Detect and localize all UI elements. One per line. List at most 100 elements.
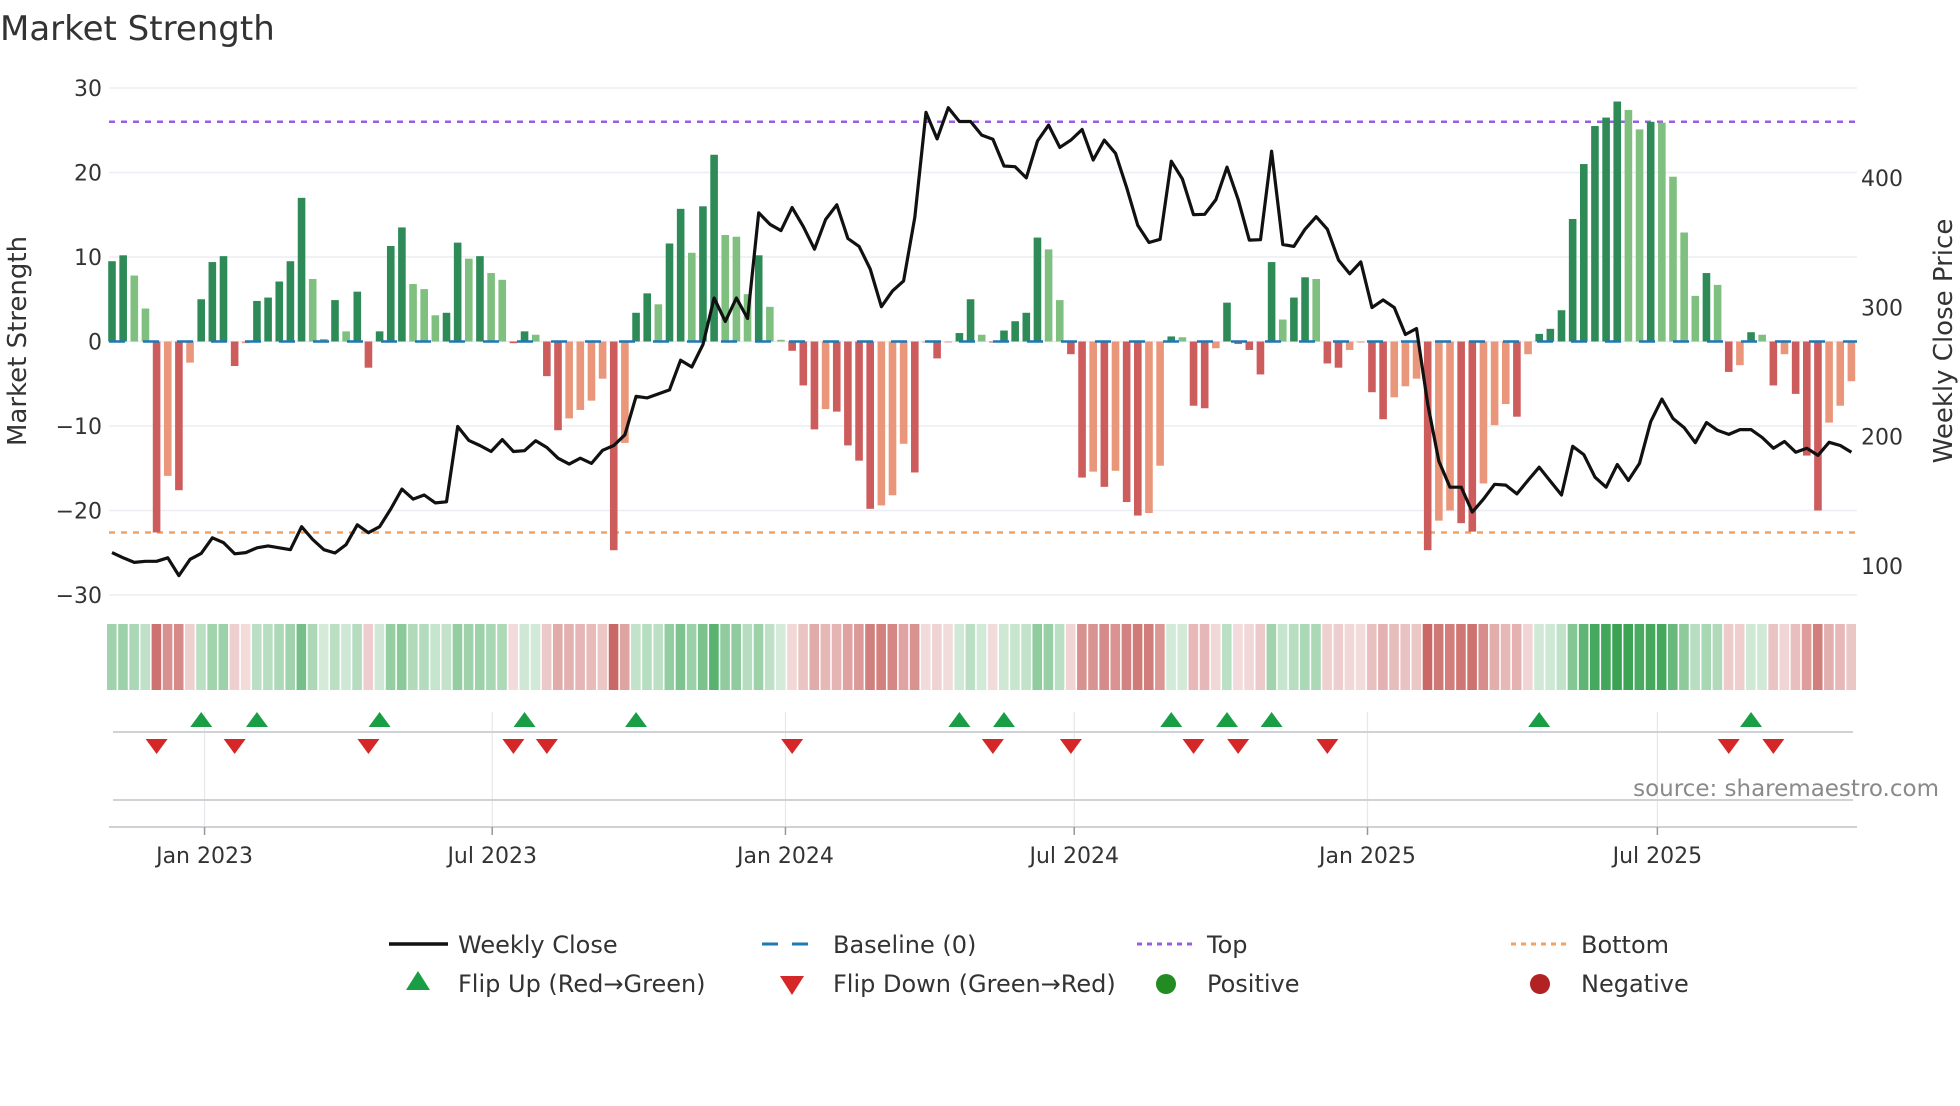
strength-bar [1044,249,1053,342]
strip-cell [1166,624,1176,690]
strip-cell [664,624,675,690]
strip-cell [909,624,920,690]
strip-cell [854,624,864,690]
strength-bar [933,341,941,359]
strip-cell [987,624,998,690]
strength-bar [119,255,127,342]
strength-bar [676,208,685,342]
strip-cell [263,624,273,690]
strip-cell [430,624,440,690]
strength-bar [1089,341,1097,472]
strip-cell [1043,624,1054,690]
strip-cell [831,624,842,690]
source-note: source: sharemaestro.com [1633,776,1939,802]
strength-bar [1122,341,1131,503]
strip-cell [1010,624,1020,690]
strip-cell [764,624,775,690]
strip-cell [1824,624,1834,690]
strength-bar [554,341,562,431]
strip-cell [541,624,552,690]
strip-cell [1445,624,1455,690]
y-tick-right-label: 400 [1861,167,1903,192]
strip-cell [731,624,741,690]
strip-cell [1266,624,1277,690]
strength-bar [888,341,897,496]
strength-bar [1033,237,1042,342]
strength-bar [398,227,406,342]
strip-cell [1701,624,1712,690]
strip-cell [396,624,407,690]
x-tick-label: Jul 2024 [1027,844,1119,869]
strength-bar [1658,122,1666,342]
y-tick-left-label: 0 [88,331,102,356]
strip-cell [1333,624,1344,690]
strip-cell [742,624,753,690]
strength-bar [1613,101,1622,342]
strength-bar [543,341,551,377]
strength-bar [465,258,473,342]
strength-bar [219,256,228,342]
strip-cell [1679,624,1689,690]
strength-bar [186,341,194,363]
strip-cell [619,624,630,690]
strength-bar [286,261,295,342]
strip-cell [129,624,139,690]
strength-bar [1847,341,1856,382]
strength-bar [476,256,484,342]
strip-cell [1389,624,1399,690]
strip-cell [887,624,898,690]
strength-bar [844,341,852,446]
strip-cell [1478,624,1489,690]
x-tick-label: Jan 2024 [735,844,834,869]
strip-cell [943,624,953,690]
strength-bar [163,341,172,476]
strength-bar [1635,129,1644,342]
strip-cell [954,624,964,690]
strength-bar [766,306,774,342]
strip-cell [1233,624,1243,690]
strip-cell [1288,624,1299,690]
strip-cell [1222,624,1232,690]
strip-cell [932,624,942,690]
strength-bar [688,252,696,342]
strength-bar [665,243,674,342]
strength-bar [944,341,953,343]
strip-cell [709,624,719,690]
strip-cell [1601,624,1611,690]
strip-cell [1790,624,1801,690]
circle-red-icon [1530,974,1550,994]
strength-bar [1624,109,1633,342]
strength-bar [1290,297,1298,342]
strip-cell [1734,624,1745,690]
strength-bar [375,331,384,342]
strength-bar [1724,341,1733,372]
strength-bar [1479,341,1488,484]
strength-bar [587,341,596,401]
strip-cell [1054,624,1065,690]
strength-bar [1825,341,1833,423]
strength-bar [487,273,495,342]
strip-cell [251,624,262,690]
strip-cell [1723,624,1734,690]
strength-bar [977,334,986,342]
strength-bar [966,299,975,342]
strip-cell [1523,624,1533,690]
y-tick-left-label: 10 [74,246,102,271]
strength-bar [1791,341,1800,394]
strip-cell [1277,624,1288,690]
strength-bar [1055,300,1064,342]
strength-bar [1501,341,1510,405]
strength-bar [732,236,741,342]
legend-negative: Negative [1581,970,1689,998]
strength-bar [1301,277,1309,342]
strength-bar [1669,176,1677,342]
strength-bar [1736,341,1744,366]
strength-bar [832,341,841,412]
strip-cell [118,624,128,690]
strength-bar [565,341,573,419]
strength-bar [777,339,785,342]
strength-bar [810,341,819,430]
strength-bar [453,242,462,342]
strength-bar [353,291,362,342]
strip-cell [196,624,206,690]
